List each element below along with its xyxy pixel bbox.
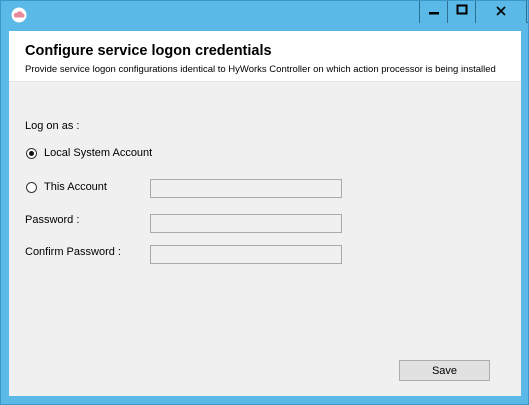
page-title: Configure service logon credentials <box>25 43 272 59</box>
minimize-button[interactable] <box>419 1 447 23</box>
confirm-password-field[interactable] <box>150 245 342 264</box>
close-button[interactable] <box>475 1 527 23</box>
dialog-content: Configure service logon credentials Prov… <box>9 31 521 396</box>
password-field[interactable] <box>150 214 342 233</box>
page-subtitle: Provide service logon configurations ide… <box>25 64 496 75</box>
radio-label[interactable]: Local System Account <box>44 147 152 159</box>
close-icon <box>496 3 506 21</box>
maximize-button[interactable] <box>447 1 475 23</box>
cloud-icon <box>11 7 27 23</box>
radio-selected-dot <box>29 151 34 156</box>
maximize-icon <box>456 3 468 21</box>
account-field[interactable] <box>150 179 342 198</box>
radio-label[interactable]: This Account <box>44 181 107 193</box>
save-button[interactable]: Save <box>399 360 490 381</box>
password-label: Password : <box>25 214 80 226</box>
log-on-as-label: Log on as : <box>25 120 80 132</box>
dialog-window: Configure service logon credentials Prov… <box>0 0 529 405</box>
confirm-password-label: Confirm Password : <box>25 246 121 258</box>
title-bar[interactable] <box>1 1 528 30</box>
header-panel: Configure service logon credentials Prov… <box>9 31 521 82</box>
minimize-icon <box>428 3 440 21</box>
radio-button[interactable] <box>26 182 37 193</box>
radio-button[interactable] <box>26 148 37 159</box>
